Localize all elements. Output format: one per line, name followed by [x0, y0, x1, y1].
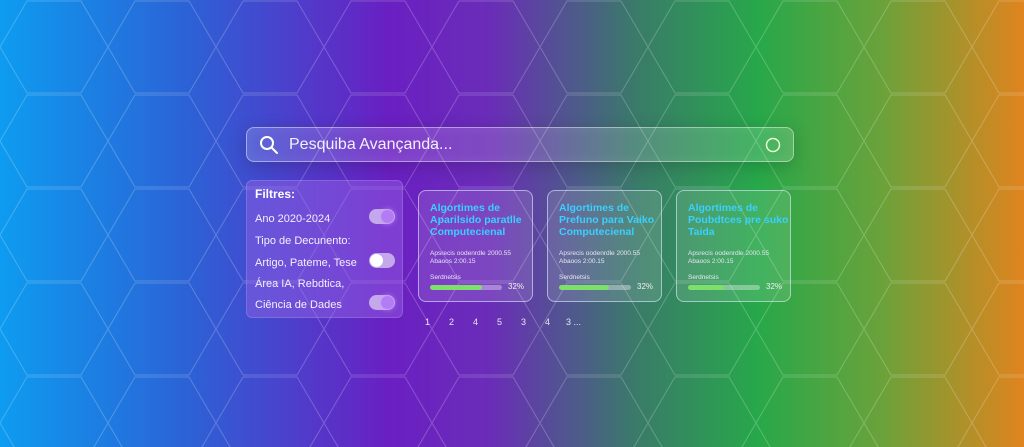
card-title[interactable]: Algortimes de Prefuno para Vaiko Compute…: [559, 202, 663, 238]
filters-panel: Filtres: Ano 2020-2024 Tipo de Decunento…: [246, 180, 403, 318]
card-progress-fill: [559, 285, 610, 290]
card-meta-line: Abaoos 2:00.15: [430, 258, 476, 265]
filter-area-label: Área IA, Rebdtica,: [255, 278, 345, 290]
card-progress-fill: [430, 285, 482, 290]
search-input[interactable]: [287, 134, 765, 155]
card-label: Serdnetsis: [559, 274, 590, 281]
page-link[interactable]: 5: [497, 317, 502, 327]
card-title[interactable]: Algortimes de Aparilsido paratlle Comput…: [430, 202, 534, 238]
card-percent: 32%: [766, 282, 783, 291]
filter-doctype-options-label: Artigo, Pateme, Tese: [255, 257, 357, 269]
card-label: Serdnetsis: [430, 274, 461, 281]
card-progress-fill: [688, 285, 724, 290]
card-meta-line: Apsrecis oodenrdle 2000.55: [688, 250, 769, 257]
filter-data-science-label: Ciência de Dades: [255, 299, 342, 311]
result-card-1[interactable]: Algortimes de Aparilsido paratlle Comput…: [418, 190, 533, 302]
page-link[interactable]: 1: [425, 317, 430, 327]
filter-doctype-label: Tipo de Decunento:: [255, 235, 351, 247]
filter-year-toggle[interactable]: [369, 209, 395, 224]
search-bar[interactable]: [246, 127, 794, 162]
card-title[interactable]: Algortimes de Poubdtces pre suko Taida: [688, 202, 792, 238]
circle-icon[interactable]: [765, 137, 781, 153]
toggle-knob: [381, 296, 394, 309]
result-card-2[interactable]: Algortimes de Prefuno para Vaiko Compute…: [547, 190, 662, 302]
card-percent: 32%: [508, 282, 525, 291]
toggle-knob: [381, 210, 394, 223]
card-meta-line: Abaoos 2:00.15: [688, 258, 734, 265]
result-card-3[interactable]: Algortimes de Poubdtces pre suko Taida A…: [676, 190, 791, 302]
card-label: Serdnetsis: [688, 274, 719, 281]
card-progress-bar: [430, 285, 502, 290]
card-meta: Apsrecis oodenrdle 2000.55 Abaoos 2:00.1…: [559, 250, 640, 266]
page-link[interactable]: 3: [521, 317, 526, 327]
card-progress-bar: [559, 285, 631, 290]
card-meta-line: Abaoos 2:00.15: [559, 258, 605, 265]
card-meta: Apsrecis oodenrdle 2000.55 Abaoos 2:00.1…: [430, 250, 511, 266]
card-meta-line: Apsrecis oodenrdle 2000.55: [430, 250, 511, 257]
card-meta: Apsrecis oodenrdle 2000.55 Abaoos 2:00.1…: [688, 250, 769, 266]
filter-doctype-toggle[interactable]: [369, 253, 395, 268]
page-link[interactable]: 4: [473, 317, 478, 327]
page-link[interactable]: 4: [545, 317, 550, 327]
toggle-knob: [370, 254, 383, 267]
card-progress-bar: [688, 285, 760, 290]
search-icon[interactable]: [259, 135, 279, 155]
filter-data-science-toggle[interactable]: [369, 295, 395, 310]
page-link[interactable]: 3 ...: [566, 317, 581, 327]
filter-year-label: Ano 2020-2024: [255, 213, 331, 225]
card-percent: 32%: [637, 282, 654, 291]
filters-title: Filtres:: [255, 187, 296, 201]
page-link[interactable]: 2: [449, 317, 454, 327]
card-meta-line: Apsrecis oodenrdle 2000.55: [559, 250, 640, 257]
